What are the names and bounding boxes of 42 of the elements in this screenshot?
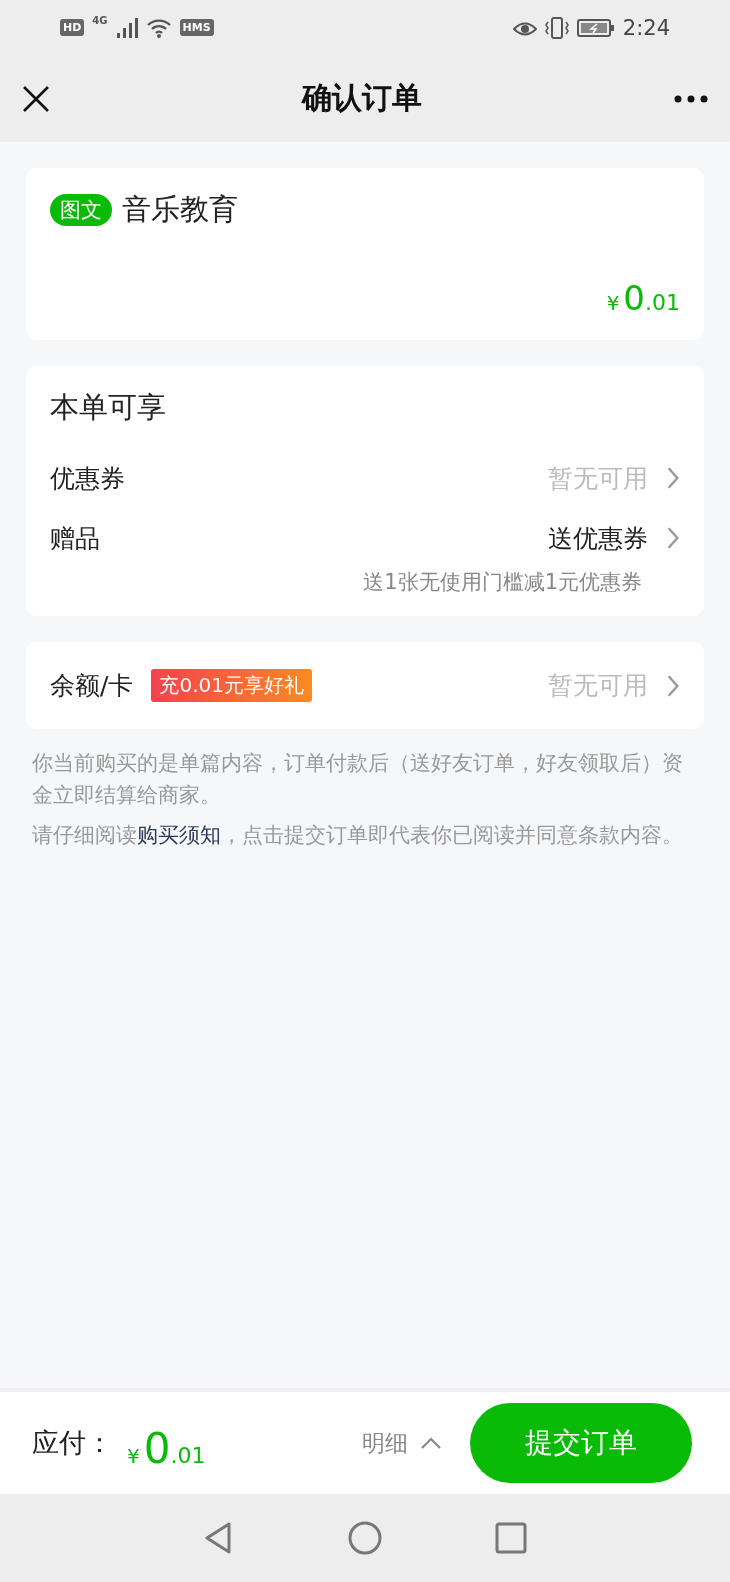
chevron-right-icon — [666, 673, 680, 698]
currency-symbol: ¥ — [606, 291, 620, 315]
notice-text: 请仔细阅读购买须知，点击提交订单即代表你已阅读并同意条款内容。 — [32, 822, 684, 849]
network-type: 4G — [92, 15, 108, 26]
recents-icon[interactable] — [493, 1520, 529, 1556]
currency-symbol: ¥ — [127, 1443, 140, 1468]
content-type-tag: 图文 — [50, 194, 112, 226]
hms-badge: HMS — [179, 19, 214, 36]
page-title: 确认订单 — [302, 79, 422, 117]
home-icon[interactable] — [347, 1520, 383, 1556]
row-label: 优惠券 — [50, 462, 125, 495]
product-title: 音乐教育 — [122, 191, 238, 228]
benefit-row[interactable]: 优惠券 暂无可用 — [50, 448, 680, 508]
purchase-terms-link[interactable]: 购买须知 — [137, 823, 221, 847]
price-decimal: .01 — [645, 290, 680, 315]
row-label: 余额/卡 — [50, 670, 134, 702]
row-value: 暂无可用 — [548, 670, 648, 702]
section-title: 本单可享 — [50, 389, 167, 426]
hd-badge: HD — [60, 19, 85, 36]
gift-description: 送1张无使用门槛减1元优惠券 — [363, 569, 642, 596]
chevron-up-icon[interactable] — [420, 1436, 442, 1450]
more-icon[interactable] — [674, 94, 708, 103]
row-label: 赠品 — [50, 522, 100, 555]
notice-text: 你当前购买的是单篇内容，订单付款后（送好友订单，好友领取后）资金立即结算给商家。 — [32, 750, 684, 809]
battery-icon — [576, 17, 615, 38]
wifi-icon — [145, 16, 172, 39]
chevron-right-icon — [666, 466, 680, 490]
vibrate-icon — [544, 15, 569, 40]
price-integer: 0 — [623, 278, 645, 318]
clock-time: 2:24 — [622, 15, 670, 40]
benefit-row[interactable]: 赠品 送优惠券 — [50, 508, 680, 568]
balance-row[interactable]: 余额/卡 充0.01元享好礼 暂无可用 — [26, 642, 704, 729]
signal-icon — [115, 16, 138, 39]
promo-tag: 充0.01元享好礼 — [151, 669, 312, 702]
price-integer: 0 — [143, 1423, 171, 1473]
amount-label: 应付： — [32, 1426, 113, 1460]
details-link[interactable]: 明细 — [362, 1427, 408, 1459]
chevron-right-icon — [666, 526, 680, 550]
row-value: 送优惠券 — [548, 522, 648, 555]
row-value: 暂无可用 — [548, 462, 648, 495]
close-icon[interactable] — [22, 84, 50, 113]
price-decimal: .01 — [170, 1442, 206, 1468]
